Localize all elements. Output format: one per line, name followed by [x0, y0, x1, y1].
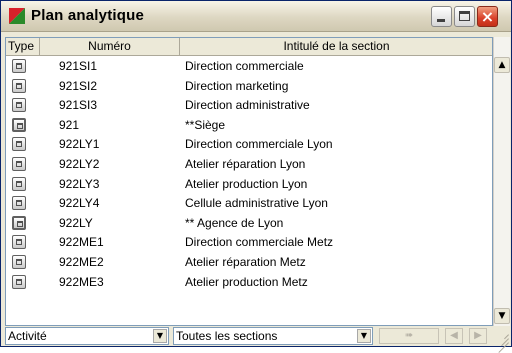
section-icon: [12, 176, 26, 191]
section-icon: [12, 196, 26, 211]
section-number: 922ME2: [59, 255, 104, 269]
filter-bar: Activité ▼ Toutes les sections ▼ ➠ ◀ ▶: [1, 326, 511, 353]
section-number: 922LY2: [59, 157, 100, 171]
section-number: 921SI2: [59, 78, 98, 93]
sections-filter-select[interactable]: Toutes les sections ▼: [173, 327, 373, 345]
section-number: 921SI3: [59, 98, 98, 113]
section-number: 922ME3: [59, 274, 104, 289]
section-label: Direction commerciale Metz: [185, 235, 334, 250]
chevron-left-icon: ◀: [450, 330, 458, 341]
activity-filter-value: Activité: [8, 329, 47, 343]
table-row[interactable]: 921SI2 Direction marketing: [6, 77, 492, 96]
section-label: Atelier réparation Lyon: [185, 157, 306, 171]
table-row[interactable]: 921SI3 Direction administrative: [6, 96, 492, 115]
section-icon: [12, 59, 26, 73]
column-header-intitule[interactable]: Intitulé de la section: [180, 38, 492, 56]
section-label: Direction administrative: [185, 98, 310, 113]
minimize-icon: [437, 19, 445, 22]
activity-filter-select[interactable]: Activité ▼: [5, 327, 169, 345]
minimize-button[interactable]: [431, 6, 452, 27]
column-header-numero[interactable]: Numéro: [40, 38, 180, 56]
vertical-scrollbar[interactable]: ▲ ▼: [493, 37, 510, 326]
column-header-type[interactable]: Type: [6, 38, 40, 56]
section-icon: [12, 78, 26, 93]
section-icon: [12, 235, 26, 250]
group-icon: [12, 215, 26, 230]
close-icon: ×: [480, 7, 495, 26]
section-label: ** Agence de Lyon: [185, 215, 284, 230]
table-row[interactable]: 922LY2 Atelier réparation Lyon: [6, 155, 492, 174]
table-row[interactable]: 922ME2 Atelier réparation Metz: [6, 253, 492, 272]
section-label: Direction marketing: [185, 78, 289, 93]
chevron-down-icon[interactable]: ▼: [153, 329, 167, 343]
table-row[interactable]: 922LY ** Agence de Lyon: [6, 214, 492, 233]
section-number: 922ME1: [59, 235, 104, 250]
arrow-right-icon: ➠: [404, 330, 414, 341]
chevron-down-icon[interactable]: ▼: [357, 329, 371, 343]
section-number: 922LY4: [59, 196, 100, 211]
section-label: Direction commerciale: [185, 59, 304, 73]
section-label: Cellule administrative Lyon: [185, 196, 328, 211]
section-label: Direction commerciale Lyon: [185, 137, 333, 152]
table-row[interactable]: 922LY1 Direction commerciale Lyon: [6, 135, 492, 154]
section-number: 921SI1: [59, 59, 98, 73]
section-number: 922LY1: [59, 137, 100, 152]
section-label: Atelier production Metz: [185, 274, 308, 289]
section-label: **Siège: [185, 117, 226, 132]
section-icon: [12, 157, 26, 171]
group-icon: [12, 117, 26, 132]
maximize-button[interactable]: [454, 6, 475, 27]
scroll-down-button[interactable]: ▼: [494, 308, 510, 324]
scroll-thumb[interactable]: [495, 75, 509, 247]
section-icon: [12, 274, 26, 289]
go-to-button[interactable]: ➠: [379, 328, 439, 344]
section-label: Atelier réparation Metz: [185, 255, 306, 269]
table-row[interactable]: 922LY4 Cellule administrative Lyon: [6, 194, 492, 213]
table-row[interactable]: 922LY3 Atelier production Lyon: [6, 175, 492, 194]
table-row[interactable]: 922ME3 Atelier production Metz: [6, 273, 492, 292]
section-icon: [12, 137, 26, 152]
table-row[interactable]: 922ME1 Direction commerciale Metz: [6, 233, 492, 252]
close-button[interactable]: ×: [477, 6, 498, 27]
window-title: Plan analytique: [31, 7, 145, 24]
title-bar[interactable]: Plan analytique ×: [1, 1, 511, 32]
table-row[interactable]: 921 **Siège: [6, 116, 492, 135]
table-row[interactable]: 921SI1 Direction commerciale: [6, 57, 492, 76]
section-number: 921: [59, 117, 80, 132]
scroll-up-button[interactable]: ▲: [494, 57, 510, 73]
section-icon: [12, 255, 26, 269]
sections-table: Type Numéro Intitulé de la section 921SI…: [5, 37, 493, 326]
app-icon: [9, 8, 25, 24]
next-button[interactable]: ▶: [469, 328, 487, 344]
previous-button[interactable]: ◀: [445, 328, 463, 344]
section-label: Atelier production Lyon: [185, 176, 308, 191]
chevron-right-icon: ▶: [474, 330, 482, 341]
resize-grip-icon[interactable]: [493, 329, 509, 353]
section-icon: [12, 98, 26, 113]
sections-filter-value: Toutes les sections: [176, 329, 278, 343]
plan-analytique-window: Plan analytique × Type Numéro Intitulé d…: [0, 0, 512, 353]
maximize-icon: [459, 11, 470, 21]
section-number: 922LY3: [59, 176, 100, 191]
section-number: 922LY: [59, 215, 93, 230]
